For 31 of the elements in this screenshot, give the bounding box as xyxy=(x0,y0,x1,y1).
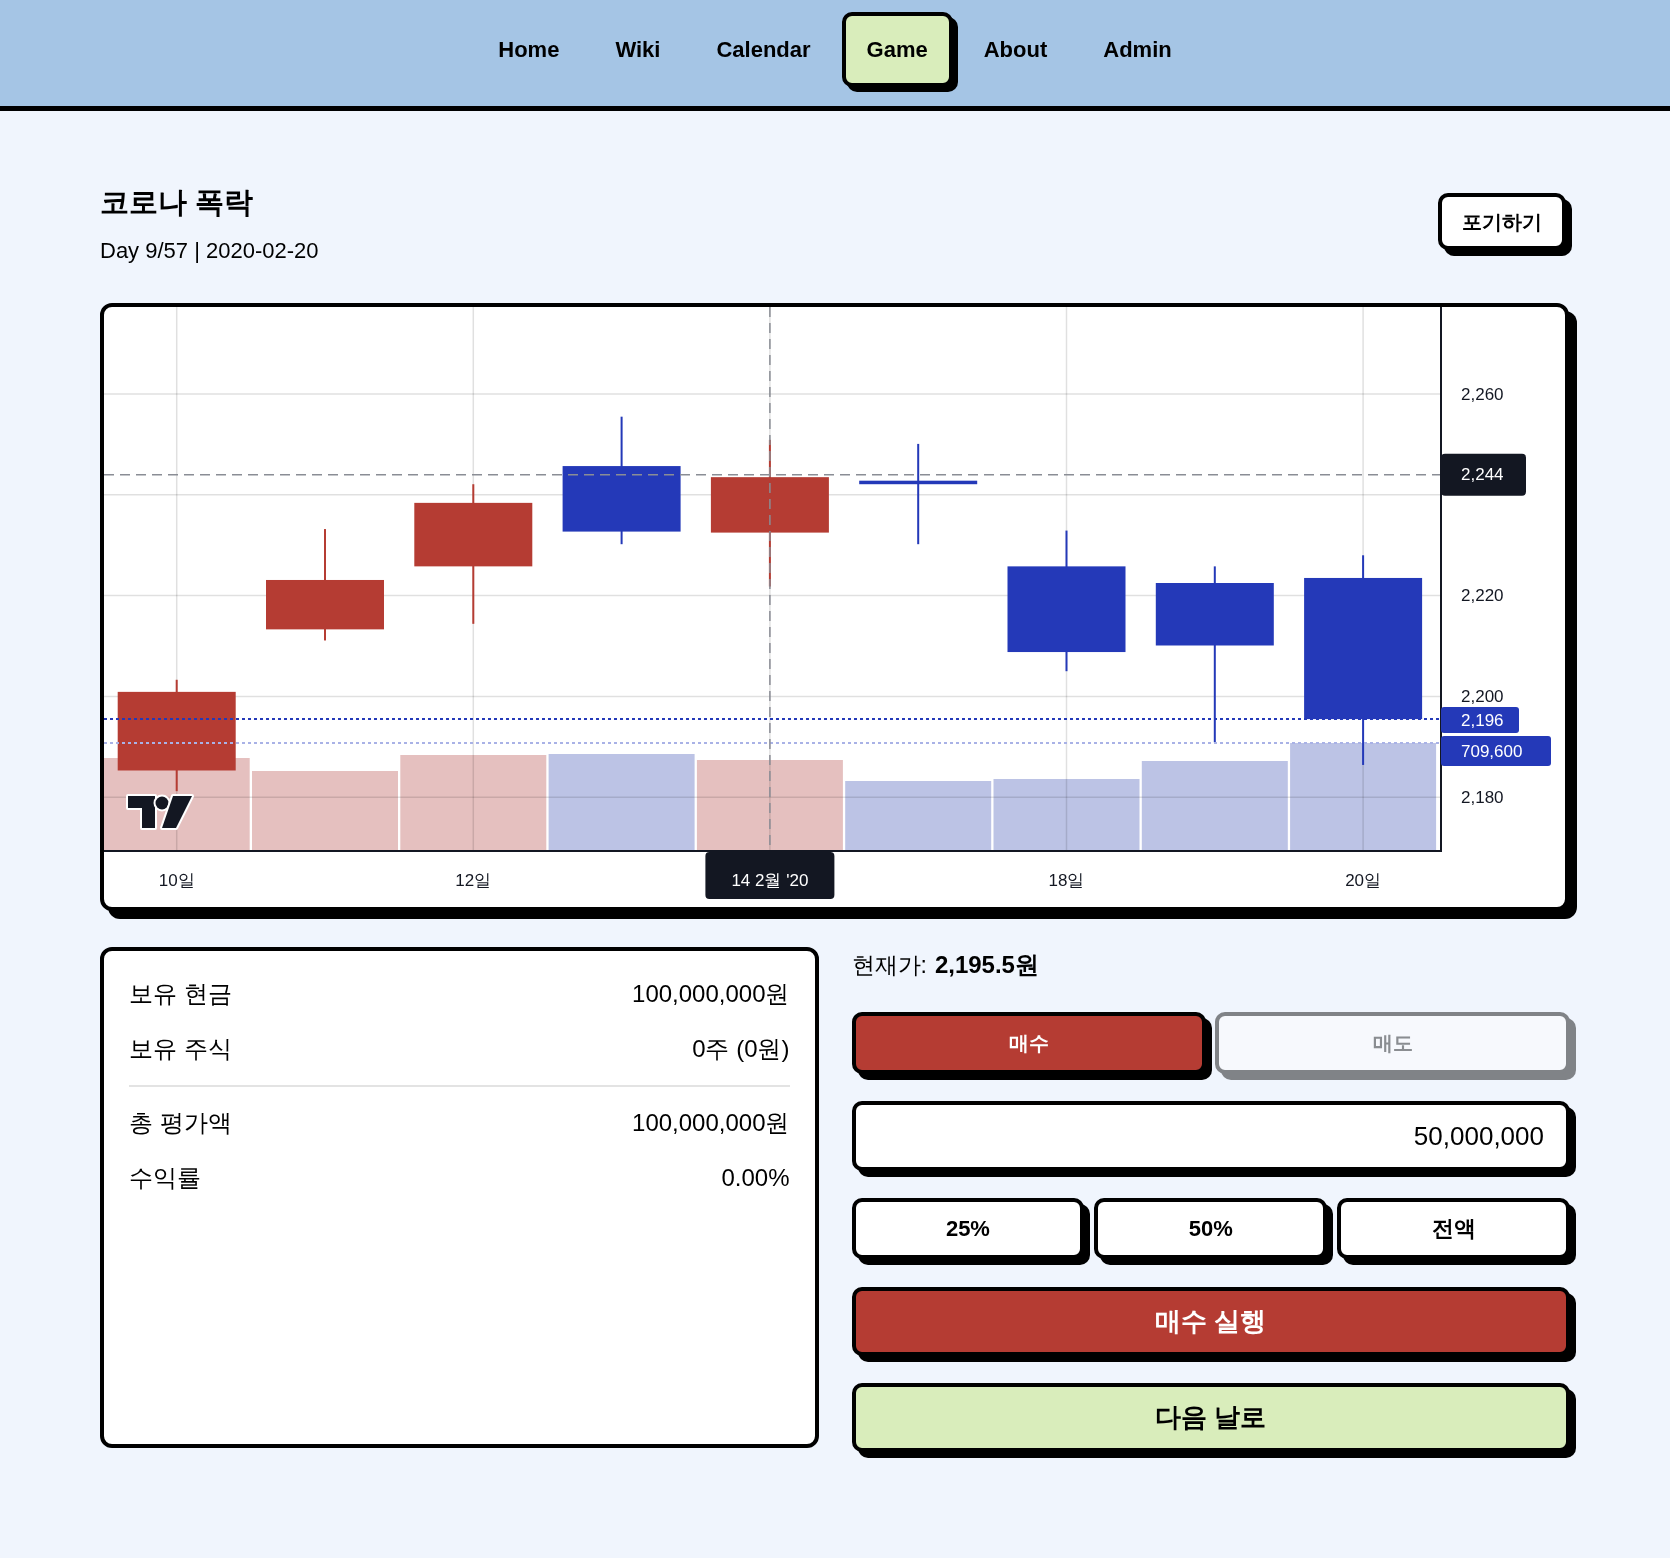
page-title: 코로나 폭락 xyxy=(100,185,255,220)
logo-icon xyxy=(126,794,194,830)
stat-value: 0.00% xyxy=(721,1163,790,1193)
nav-link[interactable]: Wiki xyxy=(590,11,686,87)
time-tick-label: 20일 xyxy=(1345,870,1382,890)
stat-label: 수익률 xyxy=(129,1163,201,1193)
crosshair-time-label: 14 2월 '20 xyxy=(705,852,835,899)
price-tick-label: 2,260 xyxy=(1461,384,1504,404)
stat-value: 100,000,000원 xyxy=(632,979,790,1009)
stat-label: 보유 주식 xyxy=(129,1034,232,1064)
stat-label: 보유 현금 xyxy=(129,979,232,1009)
crosshair-price-label: 2,244 xyxy=(1441,453,1526,496)
price-tick-label: 2,220 xyxy=(1461,586,1504,606)
nav-link[interactable]: Admin xyxy=(1078,11,1197,87)
volume-label: 709,600 xyxy=(1441,736,1551,766)
stat-value: 0주 (0원) xyxy=(692,1034,790,1064)
time-tick-label: 10일 xyxy=(158,870,195,890)
price-value: 2,195.5원 xyxy=(934,950,1039,980)
stat-value: 100,000,000원 xyxy=(632,1108,790,1138)
amount-input[interactable]: 50,000,000 xyxy=(851,1101,1570,1171)
stat-label: 총 평가액 xyxy=(129,1108,232,1138)
nav-link[interactable]: Home xyxy=(473,11,585,87)
price-tick-label: 2,180 xyxy=(1461,787,1504,807)
nav-link[interactable]: Calendar xyxy=(691,11,836,87)
price-label: 현재가: xyxy=(851,950,927,980)
time-tick-label: 18일 xyxy=(1048,870,1085,890)
day-info: Day 9/57 | 2020-02-20 xyxy=(100,237,319,265)
time-tick-label: 12일 xyxy=(455,870,492,890)
nav-link[interactable]: About xyxy=(958,11,1073,87)
last-price-label: 2,196 xyxy=(1441,707,1519,733)
price-tick-label: 2,200 xyxy=(1461,686,1504,706)
